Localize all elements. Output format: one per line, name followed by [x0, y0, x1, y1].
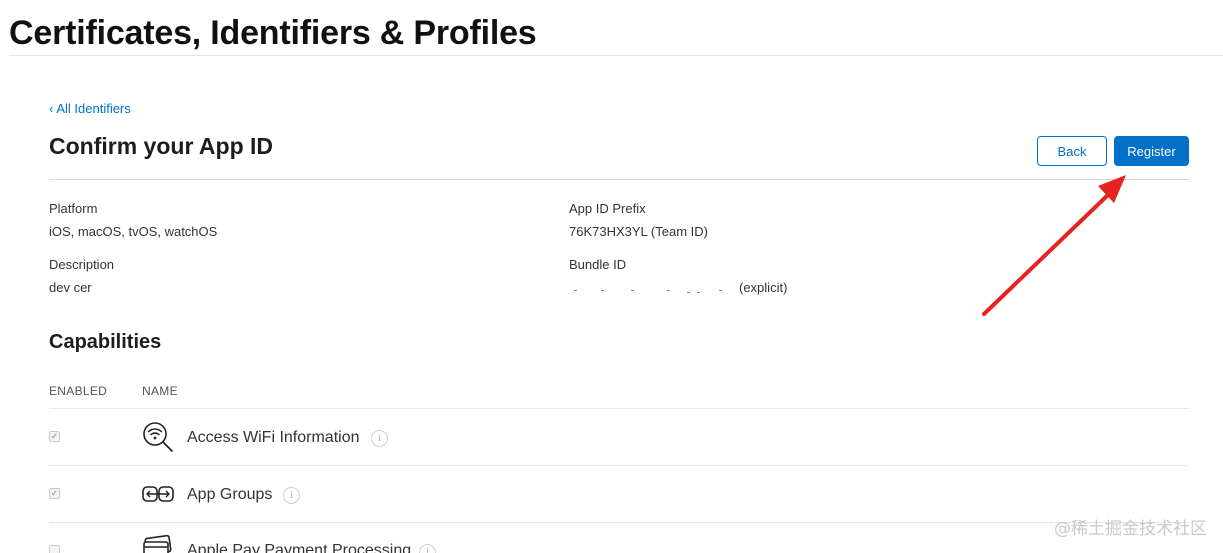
enabled-checkbox[interactable]: ✓: [49, 488, 60, 499]
wifi-search-icon: [143, 422, 173, 452]
register-button[interactable]: Register: [1114, 136, 1189, 166]
bundle-id-suffix: (explicit): [739, 280, 788, 295]
redacted-bundle-id: [569, 283, 739, 295]
enabled-column-header: ENABLED: [49, 384, 108, 398]
capability-name: Access WiFi Information: [187, 429, 360, 446]
table-row: Apple Pay Payment Processing i: [49, 523, 1189, 553]
app-id-prefix-label: App ID Prefix: [569, 201, 646, 216]
capabilities-title: Capabilities: [49, 331, 162, 353]
all-identifiers-link[interactable]: ‹ All Identifiers: [49, 101, 131, 116]
platform-value: iOS, macOS, tvOS, watchOS: [49, 224, 218, 239]
info-icon[interactable]: i: [419, 544, 436, 553]
description-label: Description: [49, 257, 115, 272]
section-divider: [49, 179, 1189, 180]
table-row: ✓ Access WiFi Information i: [49, 409, 1189, 465]
apple-pay-icon: [143, 534, 172, 553]
bundle-id-label: Bundle ID: [569, 257, 627, 272]
bundle-id-value: (explicit): [569, 280, 787, 295]
confirm-app-id-title: Confirm your App ID: [49, 133, 274, 159]
capability-name: App Groups: [187, 486, 273, 503]
capability-name: Apple Pay Payment Processing: [187, 542, 412, 553]
header-divider: [9, 55, 1223, 56]
table-row: ✓ App Groups i: [49, 466, 1189, 522]
description-value: dev cer: [49, 280, 92, 295]
back-button[interactable]: Back: [1037, 136, 1107, 166]
platform-label: Platform: [49, 201, 98, 216]
app-groups-icon: [142, 486, 174, 502]
chevron-left-icon: ‹: [49, 101, 54, 116]
app-id-prefix-value: 76K73HX3YL (Team ID): [569, 224, 708, 239]
name-column-header: NAME: [142, 384, 178, 398]
page-title: Certificates, Identifiers & Profiles: [9, 14, 537, 52]
all-identifiers-label: All Identifiers: [56, 101, 131, 116]
info-icon[interactable]: i: [283, 487, 300, 504]
info-icon[interactable]: i: [371, 430, 388, 447]
watermark-text: @稀土掘金技术社区: [1054, 519, 1207, 539]
enabled-checkbox[interactable]: ✓: [49, 431, 60, 442]
enabled-checkbox[interactable]: [49, 545, 60, 553]
